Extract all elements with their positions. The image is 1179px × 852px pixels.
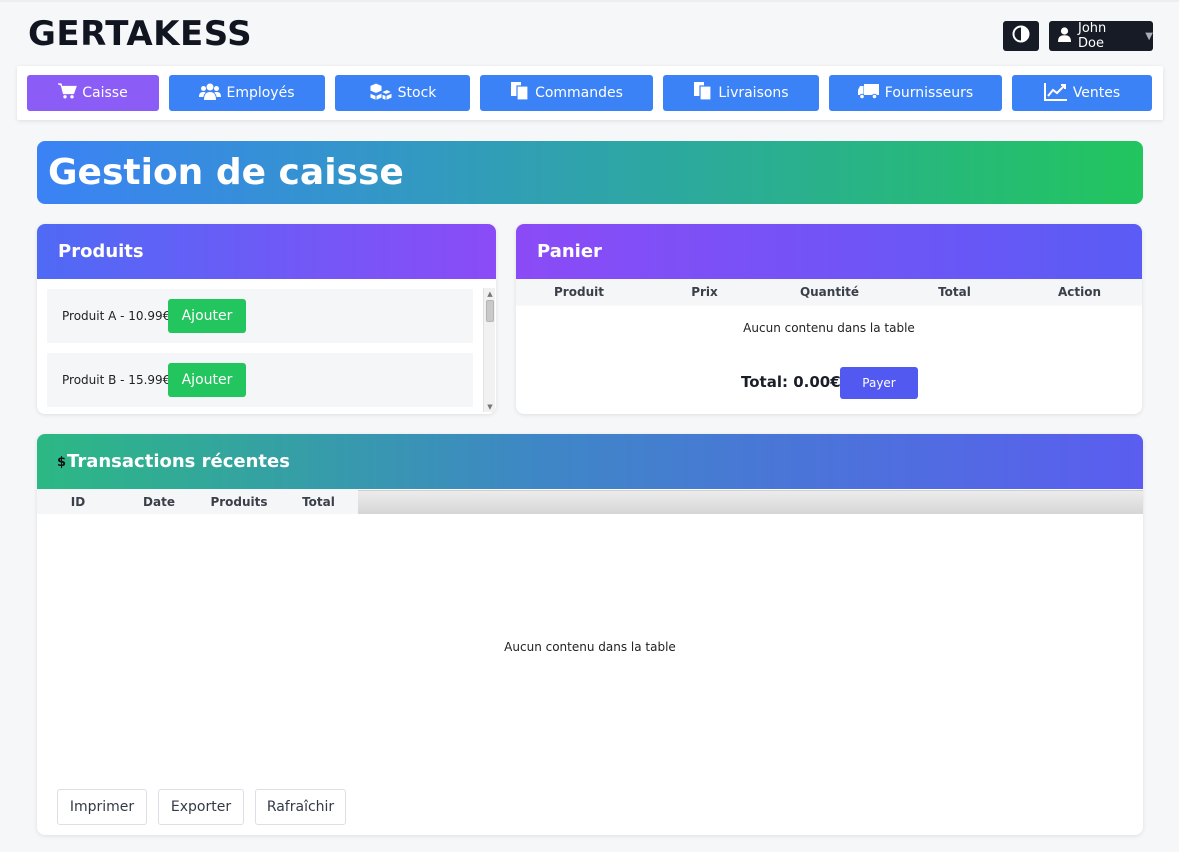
scroll-thumb[interactable] (486, 300, 494, 322)
refresh-button[interactable]: Rafraîchir (255, 789, 346, 825)
scroll-down-icon[interactable]: ▼ (484, 401, 496, 412)
cart-icon (58, 83, 82, 103)
nav-label: Livraisons (718, 85, 789, 101)
cart-header: Panier (516, 224, 1142, 279)
cart-title: Panier (537, 241, 602, 262)
nav-label: Employés (226, 85, 295, 101)
products-title: Produits (58, 241, 144, 262)
transactions-card: $ Transactions récentes ID Date Produits… (37, 434, 1143, 835)
cart-table-header: Produit Prix Quantité Total Action (516, 279, 1142, 304)
nav-employes[interactable]: Employés (169, 75, 325, 111)
cart-footer: Total: 0.00€ Payer (516, 367, 1142, 399)
nav-commandes[interactable]: Commandes (480, 75, 653, 111)
nav-stock[interactable]: Stock (335, 75, 470, 111)
product-label: Produit A - 10.99€ (62, 309, 171, 323)
users-icon (199, 83, 226, 104)
column-header[interactable]: Total (892, 285, 1017, 299)
scroll-up-icon[interactable]: ▲ (484, 288, 496, 299)
brand-logo[interactable]: GERTAKESS (28, 14, 252, 54)
copy-icon (693, 81, 718, 105)
nav-label: Commandes (535, 85, 623, 101)
column-header[interactable]: ID (37, 495, 119, 509)
column-header[interactable]: Action (1017, 285, 1142, 299)
column-header[interactable]: Produit (516, 285, 642, 299)
nav-fournisseurs[interactable]: Fournisseurs (829, 75, 1002, 111)
cart-empty-message: Aucun contenu dans la table (743, 321, 915, 335)
nav-label: Stock (397, 85, 437, 101)
theme-toggle-button[interactable] (1003, 21, 1039, 51)
top-bar: GERTAKESS John Doe ▼ (0, 0, 1179, 65)
nav-livraisons[interactable]: Livraisons (663, 75, 819, 111)
nav-label: Caisse (82, 85, 128, 101)
column-header[interactable]: Date (119, 495, 199, 509)
products-header: Produits (37, 224, 496, 279)
product-scrollbar[interactable]: ▲ ▼ (483, 288, 495, 412)
table-header-filler (358, 490, 1143, 514)
products-card: Produits Produit A - 10.99€ Ajouter Prod… (37, 224, 496, 414)
add-product-button[interactable]: Ajouter (168, 299, 246, 333)
caret-down-icon: ▼ (1145, 30, 1153, 42)
column-header[interactable]: Prix (642, 285, 767, 299)
contrast-icon (1012, 25, 1030, 47)
print-button[interactable]: Imprimer (57, 789, 147, 825)
add-product-button[interactable]: Ajouter (168, 363, 246, 397)
export-button[interactable]: Exporter (158, 789, 244, 825)
cart-total: Total: 0.00€ (741, 373, 841, 391)
transactions-empty-message: Aucun contenu dans la table (504, 640, 676, 654)
column-header[interactable]: Quantité (767, 285, 892, 299)
nav-ventes[interactable]: Ventes (1012, 75, 1152, 111)
user-icon (1058, 26, 1071, 46)
cubes-icon (369, 81, 398, 105)
page-title: Gestion de caisse (37, 141, 1143, 204)
user-name: John Doe (1078, 21, 1107, 51)
nav-label: Ventes (1072, 85, 1121, 101)
column-header[interactable]: Total (279, 495, 358, 509)
product-list: Produit A - 10.99€ Ajouter Produit B - 1… (37, 279, 496, 414)
product-item: Produit A - 10.99€ Ajouter (47, 289, 473, 343)
transactions-title: Transactions récentes (67, 451, 290, 472)
transactions-header: $ Transactions récentes (37, 434, 1143, 489)
dollar-icon: $ (57, 455, 67, 470)
nav-caisse[interactable]: Caisse (27, 75, 159, 111)
user-menu-button[interactable]: John Doe ▼ (1049, 21, 1153, 51)
product-label: Produit B - 15.99€ (62, 373, 171, 387)
truck-icon (857, 83, 885, 104)
main-nav: Caisse Employés Stock Commandes Livraiso… (17, 66, 1163, 120)
cart-card: Panier Produit Prix Quantité Total Actio… (516, 224, 1142, 414)
pay-button[interactable]: Payer (840, 367, 918, 399)
nav-label: Fournisseurs (884, 85, 974, 101)
copy-icon (510, 81, 535, 105)
transactions-table-header: ID Date Produits Total (37, 489, 358, 514)
product-item: Produit B - 15.99€ Ajouter (47, 353, 473, 407)
column-header[interactable]: Produits (199, 495, 279, 509)
chart-line-icon (1043, 82, 1073, 105)
